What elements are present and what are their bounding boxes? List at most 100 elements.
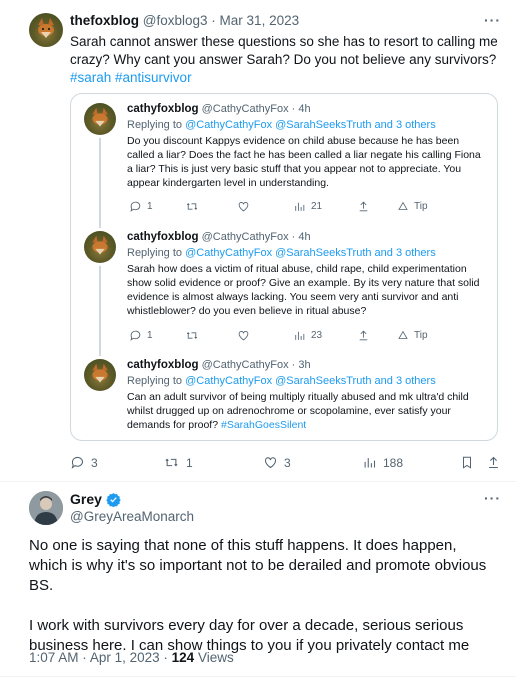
views-button[interactable]: 21 — [293, 200, 322, 213]
tweet-meta: 1:07 AM · Apr 1, 2023 · 124 Views — [29, 650, 234, 665]
share-icon — [359, 330, 368, 341]
share-button[interactable] — [357, 200, 370, 213]
tweet-time[interactable]: 1:07 AM — [29, 650, 79, 665]
handle[interactable]: @CathyCathyFox — [202, 231, 289, 243]
verified-badge-icon — [106, 492, 121, 507]
avatar[interactable] — [84, 103, 116, 135]
handle[interactable]: @CathyCathyFox — [202, 103, 289, 115]
retweet-button[interactable]: 1 — [163, 455, 193, 470]
reply-button[interactable]: 3 — [70, 455, 98, 470]
replying-to-handles[interactable]: @CathyCathyFox @SarahSeeksTruth and 3 ot… — [185, 247, 436, 259]
fox-avatar-icon — [38, 18, 54, 38]
hashtags[interactable]: #sarah #antisurvivor — [70, 70, 192, 85]
quoted-text: Sarah how does a victim of ritual abuse,… — [127, 263, 480, 317]
views-label: Views — [197, 650, 234, 665]
tip-button[interactable]: Tip — [397, 200, 428, 212]
display-name[interactable]: thefoxblog — [70, 13, 139, 28]
tip-icon — [398, 330, 408, 339]
handle[interactable]: @foxblog3 — [143, 13, 208, 28]
avatar[interactable] — [29, 491, 63, 525]
reply-paragraph: No one is saying that none of this stuff… — [29, 537, 487, 594]
like-button[interactable] — [237, 200, 250, 213]
like-button[interactable]: 3 — [263, 455, 291, 470]
heart-icon — [238, 331, 249, 341]
views-button[interactable]: 23 — [293, 329, 322, 342]
reply-name-row: Grey — [70, 491, 121, 507]
retweet-icon — [165, 458, 178, 467]
retweet-button[interactable] — [185, 329, 199, 342]
quoted-header: cathyfoxblog @CathyCathyFox · 4h — [127, 103, 311, 115]
heart-icon — [264, 457, 277, 469]
handle[interactable]: @GreyAreaMonarch — [70, 509, 194, 524]
separator: · — [163, 650, 168, 665]
share-button[interactable] — [486, 455, 501, 470]
separator: · — [211, 13, 216, 28]
fox-avatar-icon — [92, 235, 108, 255]
share-button[interactable] — [357, 329, 370, 342]
tip-label: Tip — [414, 329, 428, 341]
views-button[interactable]: 188 — [362, 455, 403, 470]
action-bar: 1 23 Tip — [127, 329, 447, 345]
thread-line — [99, 266, 101, 356]
avatar[interactable] — [84, 231, 116, 263]
tweet-time[interactable]: · 4h — [292, 103, 311, 115]
divider — [0, 676, 516, 677]
retweet-icon — [186, 203, 198, 210]
handle[interactable]: @CathyCathyFox — [202, 359, 289, 371]
fox-avatar-icon — [92, 363, 108, 383]
views-icon — [295, 202, 305, 211]
views-count: 23 — [311, 330, 323, 341]
display-name[interactable]: cathyfoxblog — [127, 103, 199, 115]
reply-text: No one is saying that none of this stuff… — [29, 536, 499, 656]
share-icon — [489, 456, 498, 469]
quoted-text: Can an adult survivor of being multiply … — [127, 390, 489, 432]
tip-button[interactable]: Tip — [397, 329, 428, 341]
display-name[interactable]: cathyfoxblog — [127, 359, 199, 371]
avatar[interactable] — [84, 359, 116, 391]
divider — [0, 481, 516, 482]
reply-icon — [130, 330, 141, 341]
avatar[interactable] — [29, 13, 63, 47]
replying-to: Replying to @CathyCathyFox @SarahSeeksTr… — [127, 247, 436, 259]
tweet-text-body: Sarah cannot answer these questions so s… — [70, 34, 498, 67]
action-bar: 3 1 3 188 — [70, 455, 506, 473]
retweet-icon — [186, 332, 198, 339]
tweet-time[interactable]: · 3h — [292, 359, 311, 371]
replying-to-handles[interactable]: @CathyCathyFox @SarahSeeksTruth and 3 ot… — [185, 375, 436, 387]
views-icon — [364, 458, 376, 468]
replying-prefix: Replying to — [127, 119, 183, 131]
hashtag[interactable]: #SarahGoesSilent — [221, 419, 306, 431]
views-icon — [295, 331, 305, 340]
like-button[interactable] — [237, 329, 250, 342]
views-count: 124 — [171, 650, 195, 665]
display-name[interactable]: Grey — [70, 491, 102, 507]
views-count: 188 — [383, 455, 404, 470]
replying-to-handles[interactable]: @CathyCathyFox @SarahSeeksTruth and 3 ot… — [185, 119, 436, 131]
fox-avatar-icon — [92, 107, 108, 127]
tweet-time[interactable]: · 4h — [292, 231, 311, 243]
replying-prefix: Replying to — [127, 375, 183, 387]
tweet-text: Sarah cannot answer these questions so s… — [70, 33, 500, 87]
reply-button[interactable]: 1 — [129, 329, 153, 342]
action-bar: 1 21 Tip — [127, 200, 447, 216]
tweet-date[interactable]: Mar 31, 2023 — [220, 13, 300, 28]
reply-count: 3 — [91, 455, 98, 470]
quoted-text: Do you discount Kappys evidence on child… — [127, 135, 481, 189]
tweet-date[interactable]: Apr 1, 2023 — [90, 650, 160, 665]
retweet-button[interactable] — [185, 200, 199, 213]
reply-button[interactable]: 1 — [129, 200, 153, 213]
replying-to: Replying to @CathyCathyFox @SarahSeeksTr… — [127, 375, 436, 387]
bookmark-button[interactable] — [460, 455, 474, 470]
more-options-icon[interactable]: ··· — [484, 490, 501, 506]
replying-to: Replying to @CathyCathyFox @SarahSeeksTr… — [127, 119, 436, 131]
display-name[interactable]: cathyfoxblog — [127, 231, 199, 243]
more-options-icon[interactable]: ··· — [484, 12, 501, 28]
separator: · — [82, 650, 87, 665]
person-avatar-icon — [29, 491, 63, 525]
heart-icon — [238, 202, 249, 212]
bookmark-icon — [463, 456, 471, 469]
tweet-header: thefoxblog @foxblog3 · Mar 31, 2023 — [70, 13, 299, 28]
reply-icon — [71, 456, 84, 469]
reply-count: 1 — [147, 201, 153, 212]
thread-line — [99, 138, 101, 228]
